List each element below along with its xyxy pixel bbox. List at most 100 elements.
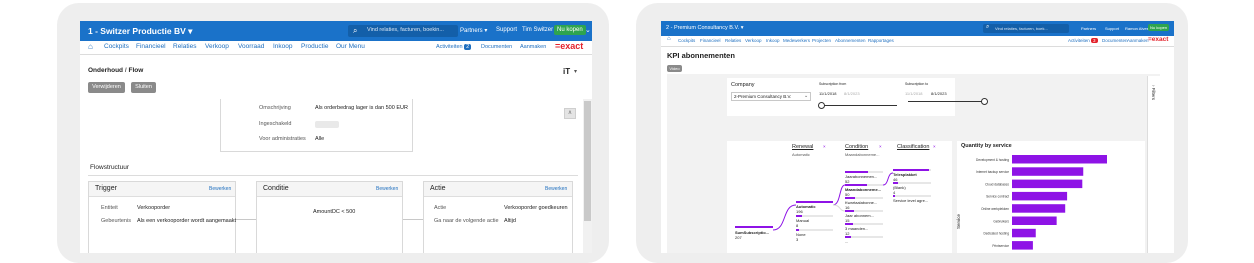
enabled-toggle[interactable] <box>315 121 339 128</box>
condition-edit-link[interactable]: Bewerken <box>376 186 398 192</box>
condition-node-bar[interactable] <box>845 184 868 186</box>
condition-node-bar[interactable] <box>845 236 851 238</box>
nav-item-inkoop[interactable]: Inkoop <box>273 43 293 50</box>
buy-now-button[interactable]: Nu kopen <box>554 25 586 35</box>
close-icon[interactable]: × <box>933 144 936 149</box>
buy-now-button[interactable]: Nu kopen <box>1148 24 1170 31</box>
nav-item-productie[interactable]: Productie <box>301 43 328 50</box>
create-link[interactable]: Aanmaken <box>520 44 546 50</box>
documents-link[interactable]: Documenten <box>1102 38 1128 43</box>
nav-item-relaties[interactable]: Relaties <box>173 43 196 50</box>
nav-item-rapportages[interactable]: Rapportages <box>868 38 894 43</box>
renewal-node-bar[interactable] <box>796 201 833 203</box>
from-start-date[interactable]: 11/1/2018 <box>819 91 837 96</box>
chevron-down-icon[interactable]: ⌄ <box>585 26 591 34</box>
service-bar[interactable] <box>1012 241 1033 250</box>
root-node-bar[interactable] <box>735 226 773 228</box>
from-slider-track[interactable] <box>821 105 897 106</box>
company-dropdown-value: 2-Premium Consultancy B.V. <box>734 94 792 99</box>
activities-link[interactable]: Activiteiten 3 <box>1068 38 1098 43</box>
nav-item-cockpits[interactable]: Cockpits <box>678 38 695 43</box>
trigger-header: Trigger Bewerken <box>89 182 235 197</box>
action-title: Actie <box>430 185 446 192</box>
next-action-label: Ga naar de volgende actie <box>434 218 499 224</box>
close-icon[interactable]: × <box>823 144 826 149</box>
to-end-date[interactable]: 8/1/2023 <box>931 91 947 96</box>
nav-item-voorraad[interactable]: Voorraad <box>238 43 264 50</box>
search-box[interactable]: ⌕ Vind relaties, facturen, boek... <box>983 24 1069 33</box>
condition-node-bar[interactable] <box>845 210 855 212</box>
search-input[interactable]: Vind relaties, facturen, boek... <box>995 26 1048 31</box>
video-button[interactable]: Video <box>667 65 682 72</box>
nav-item-verkoop[interactable]: Verkoop <box>205 43 229 50</box>
to-slider-handle[interactable] <box>981 98 988 105</box>
nav-item-medewerkers[interactable]: Medewerkers <box>783 38 810 43</box>
left-screen: 1 - Switzer Productie BV ▾ ⌕ Vind relati… <box>80 21 592 253</box>
nav-item-our-menu[interactable]: Our Menu <box>336 43 365 50</box>
nav-item-verkoop[interactable]: Verkoop <box>745 38 762 43</box>
search-box[interactable]: ⌕ Vind relaties, facturen, boekin... <box>348 25 458 37</box>
service-bar[interactable] <box>1012 179 1083 189</box>
trigger-edit-link[interactable]: Bewerken <box>209 186 231 192</box>
nav-item-relaties[interactable]: Relaties <box>725 38 741 43</box>
nav-item-abonnementen[interactable]: Abonnementen <box>835 38 866 43</box>
close-icon[interactable]: × <box>879 144 882 149</box>
search-input[interactable]: Vind relaties, facturen, boekin... <box>367 27 444 33</box>
classification-node-label: Service level agre... <box>893 198 929 203</box>
activities-link[interactable]: Activiteiten 2 <box>436 44 472 50</box>
nav-item-financieel[interactable]: Financieel <box>136 43 166 50</box>
close-button[interactable]: Sluiten <box>131 82 156 93</box>
filters-pane[interactable]: › Filters <box>1147 76 1160 253</box>
nav-item-financieel[interactable]: Financieel <box>700 38 721 43</box>
user-menu[interactable]: Tim Switzer <box>522 27 553 33</box>
home-icon[interactable]: ⌂ <box>667 36 671 42</box>
condition-column-header[interactable]: Condition <box>845 144 868 150</box>
classification-node-bar[interactable] <box>893 182 898 184</box>
home-icon[interactable]: ⌂ <box>88 42 93 51</box>
to-slider-track[interactable] <box>908 101 984 102</box>
condition-header: Conditie Bewerken <box>257 182 402 197</box>
chevron-down-icon[interactable]: ▾ <box>574 68 577 75</box>
nav-item-projecten[interactable]: Projecten <box>812 38 831 43</box>
create-link[interactable]: Aanmaken <box>1127 38 1149 43</box>
action-edit-link[interactable]: Bewerken <box>545 186 567 192</box>
entity-value: Verkooporder <box>137 205 171 211</box>
renewal-node-bar[interactable] <box>796 215 802 217</box>
condition-node-label: ... <box>845 239 849 244</box>
user-menu[interactable]: Ramon Alves <box>1125 26 1149 31</box>
renewal-column-header[interactable]: Renewal <box>792 144 813 150</box>
company-selector[interactable]: 1 - Switzer Productie BV ▾ <box>88 26 192 37</box>
trigger-card: Trigger Bewerken Entiteit Verkooporder G… <box>88 181 236 253</box>
from-slider-handle[interactable] <box>818 102 825 109</box>
classification-column-header[interactable]: Classification <box>897 144 929 150</box>
classification-node-bar[interactable] <box>893 169 930 171</box>
action-header: Actie Bewerken <box>424 182 572 197</box>
nav-item-inkoop[interactable]: Inkoop <box>766 38 780 43</box>
condition-node-bar[interactable] <box>845 171 868 173</box>
service-bar[interactable] <box>1012 191 1068 201</box>
condition-node-bar[interactable] <box>845 223 853 225</box>
delete-button[interactable]: Verwijderen <box>88 82 125 93</box>
service-bar[interactable] <box>1012 228 1036 238</box>
company-selector[interactable]: 2 - Premium Consultancy B.V. ▾ <box>666 25 743 31</box>
scrollbar-thumb[interactable] <box>584 101 591 221</box>
partners-menu[interactable]: Partners ▾ <box>460 27 487 34</box>
documents-link[interactable]: Documenten <box>481 44 512 50</box>
service-bar[interactable] <box>1012 155 1107 164</box>
nav-item-cockpits[interactable]: Cockpits <box>104 43 129 50</box>
sort-icon[interactable]: iT <box>563 67 570 76</box>
renewal-node-bar[interactable] <box>796 229 799 231</box>
partners-menu[interactable]: Partners <box>1081 26 1096 31</box>
to-start-date[interactable]: 11/1/2018 <box>905 91 923 96</box>
collapse-icon[interactable]: ∧ <box>564 108 576 119</box>
support-link[interactable]: Support <box>1105 26 1119 31</box>
classification-node-bar[interactable] <box>893 195 895 197</box>
service-bar[interactable] <box>1012 167 1084 176</box>
service-bar[interactable] <box>1012 204 1066 213</box>
activities-count-badge: 3 <box>1091 38 1098 43</box>
company-dropdown[interactable]: 2-Premium Consultancy B.V. ⌄ <box>731 92 811 101</box>
service-bar[interactable] <box>1012 216 1057 226</box>
support-link[interactable]: Support <box>496 27 517 33</box>
from-end-date[interactable]: 8/1/2023 <box>844 91 860 96</box>
condition-node-bar[interactable] <box>845 197 855 199</box>
